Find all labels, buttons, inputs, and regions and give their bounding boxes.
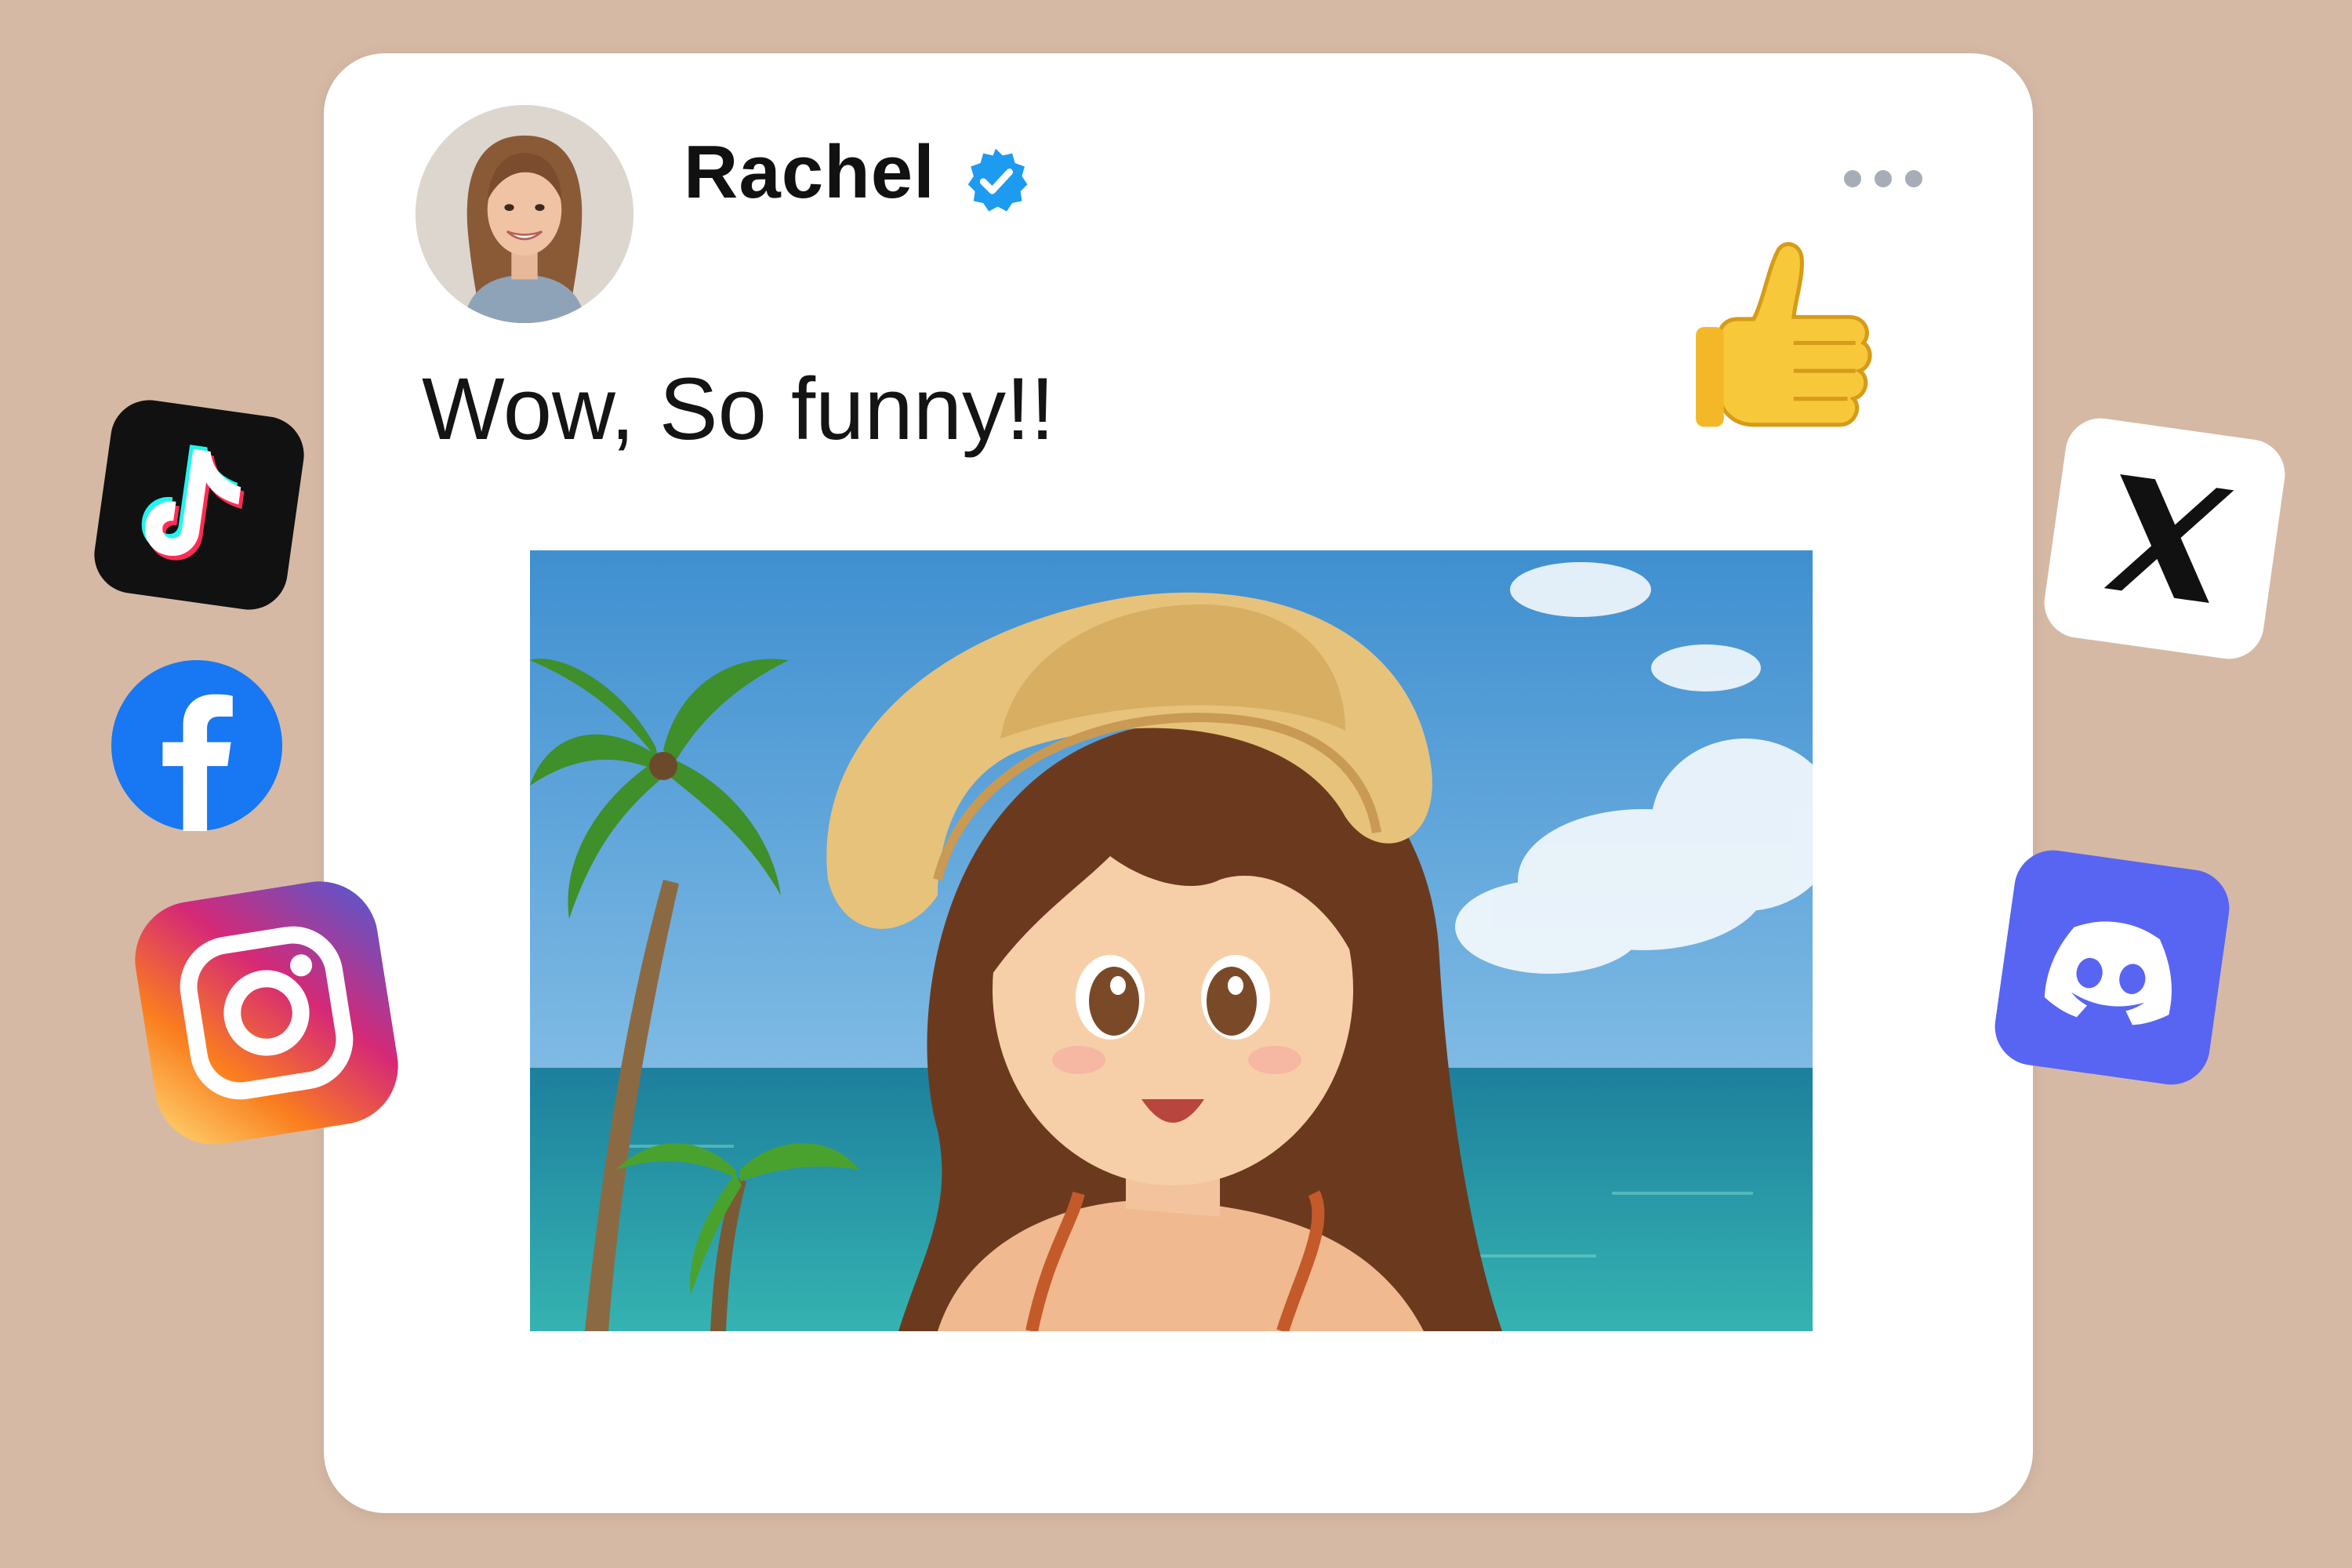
verified-check-icon (967, 148, 1028, 212)
post-text: Wow, So funny!! (422, 360, 1055, 458)
tiktok-icon[interactable] (89, 395, 309, 615)
discord-icon[interactable] (1990, 845, 2234, 1090)
username[interactable]: Rachel (684, 135, 935, 210)
more-options-button[interactable] (1844, 163, 1922, 194)
anime-girl-beach-illustration (530, 550, 1813, 1331)
post-image[interactable] (530, 550, 1813, 1331)
avatar-photo (416, 105, 633, 323)
thumbs-up-icon[interactable] (1678, 235, 1882, 455)
facebook-icon[interactable] (111, 660, 282, 831)
x-icon[interactable] (2040, 414, 2290, 664)
avatar[interactable] (416, 105, 633, 323)
more-options-icon (1844, 170, 1861, 187)
instagram-icon[interactable] (127, 873, 407, 1153)
